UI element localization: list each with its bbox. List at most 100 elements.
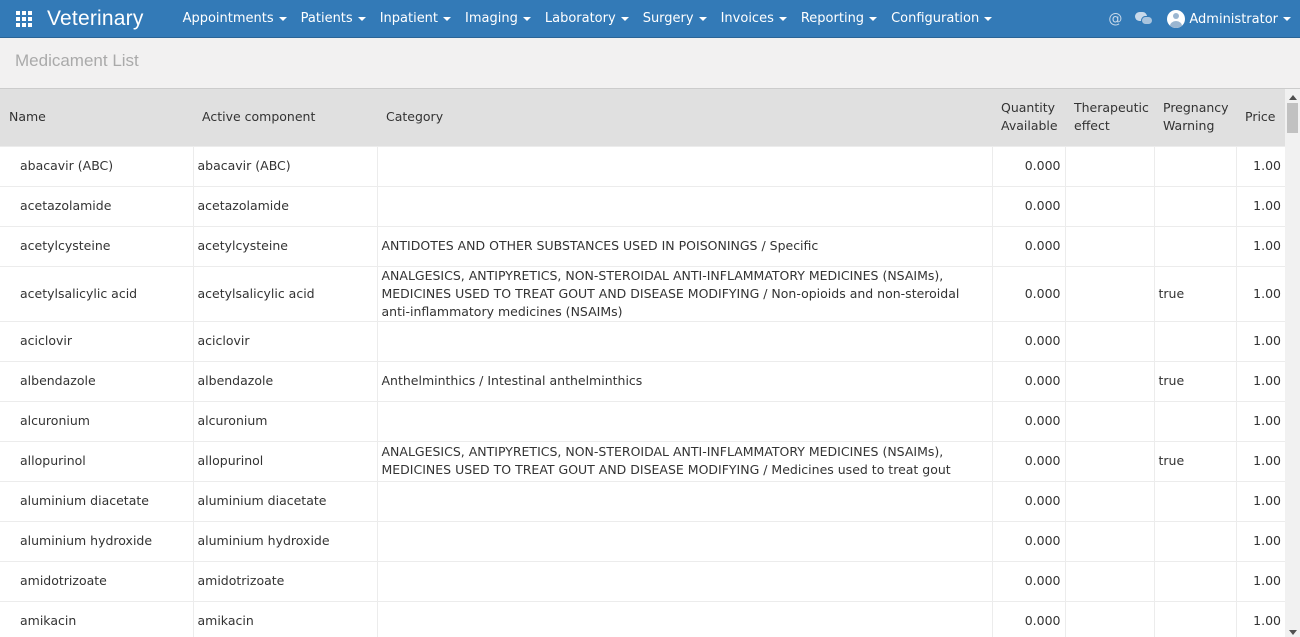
menu-inpatient[interactable]: Inpatient: [373, 0, 458, 38]
table-row[interactable]: acetazolamide acetazolamide 0.000 1.00: [0, 185, 1285, 226]
caret-down-icon: [522, 16, 531, 21]
cell-category: [376, 520, 992, 561]
cell-therapeutic-effect: [1064, 145, 1154, 186]
table-row[interactable]: albendazole albendazole Anthelminthics /…: [0, 360, 1285, 401]
cell-price: 1.00: [1235, 440, 1285, 481]
cell-price: 1.00: [1235, 265, 1285, 321]
column-header-price[interactable]: Price: [1236, 89, 1285, 146]
cell-quantity: 0.000: [991, 320, 1065, 361]
cell-therapeutic-effect: [1064, 320, 1154, 361]
medicament-table: Name Active component Category Quantity A…: [0, 89, 1285, 637]
column-header-category[interactable]: Category: [377, 89, 992, 146]
cell-therapeutic-effect: [1064, 520, 1154, 561]
table-row[interactable]: amidotrizoate amidotrizoate 0.000 1.00: [0, 560, 1285, 601]
menu-surgery[interactable]: Surgery: [636, 0, 714, 38]
cell-pregnancy-warning: [1153, 600, 1236, 637]
caret-down-icon: [984, 16, 993, 21]
column-header-active-component[interactable]: Active component: [193, 89, 377, 146]
avatar: [1167, 10, 1186, 28]
caret-down-icon: [443, 16, 452, 21]
table-row[interactable]: abacavir (ABC) abacavir (ABC) 0.000 1.00: [0, 145, 1285, 186]
table-row[interactable]: allopurinol allopurinol ANALGESICS, ANTI…: [0, 440, 1285, 481]
column-header-therapeutic-effect[interactable]: Therapeutic effect: [1065, 89, 1154, 146]
cell-category: [376, 560, 992, 601]
cell-therapeutic-effect: [1064, 225, 1154, 266]
cell-quantity: 0.000: [991, 560, 1065, 601]
user-name: Administrator: [1189, 11, 1278, 27]
cell-name: alcuronium: [0, 400, 193, 441]
caret-down-icon: [357, 16, 366, 21]
menu-imaging[interactable]: Imaging: [458, 0, 538, 38]
cell-pregnancy-warning: [1153, 400, 1236, 441]
cell-price: 1.00: [1235, 225, 1285, 266]
cell-name: aluminium hydroxide: [0, 520, 193, 561]
cell-active-component: allopurinol: [192, 440, 377, 481]
cell-quantity: 0.000: [991, 145, 1065, 186]
cell-active-component: acetylsalicylic acid: [192, 265, 377, 321]
column-header-pregnancy-warning[interactable]: Pregnancy Warning: [1154, 89, 1236, 146]
cell-therapeutic-effect: [1064, 265, 1154, 321]
table-row[interactable]: aluminium hydroxide aluminium hydroxide …: [0, 520, 1285, 561]
cell-price: 1.00: [1235, 600, 1285, 637]
column-header-name[interactable]: Name: [0, 89, 193, 146]
cell-active-component: alcuronium: [192, 400, 377, 441]
menu-reporting[interactable]: Reporting: [794, 0, 884, 38]
cell-category: Anthelminthics / Intestinal anthelminthi…: [376, 360, 992, 401]
main-menu: Appointments Patients Inpatient Imaging …: [176, 0, 1000, 38]
chat-icon[interactable]: [1135, 12, 1154, 26]
cell-pregnancy-warning: [1153, 520, 1236, 561]
cell-name: acetazolamide: [0, 185, 193, 226]
cell-category: [376, 600, 992, 637]
cell-pregnancy-warning: [1153, 560, 1236, 601]
cell-name: abacavir (ABC): [0, 145, 193, 186]
cell-name: allopurinol: [0, 440, 193, 481]
nav-right: @ Administrator: [1108, 0, 1300, 38]
control-panel: Medicament List: [0, 38, 1300, 89]
table-row[interactable]: alcuronium alcuronium 0.000 1.00: [0, 400, 1285, 441]
at-mention-icon[interactable]: @: [1108, 11, 1122, 27]
cell-name: aciclovir: [0, 320, 193, 361]
cell-quantity: 0.000: [991, 480, 1065, 521]
table-header-row: Name Active component Category Quantity A…: [0, 89, 1285, 146]
cell-active-component: aciclovir: [192, 320, 377, 361]
cell-quantity: 0.000: [991, 185, 1065, 226]
cell-quantity: 0.000: [991, 360, 1065, 401]
app-brand[interactable]: Veterinary: [47, 7, 144, 31]
table-row[interactable]: acetylsalicylic acid acetylsalicylic aci…: [0, 265, 1285, 321]
cell-active-component: abacavir (ABC): [192, 145, 377, 186]
menu-appointments[interactable]: Appointments: [176, 0, 294, 38]
cell-therapeutic-effect: [1064, 400, 1154, 441]
scroll-thumb[interactable]: [1287, 103, 1298, 133]
cell-name: amidotrizoate: [0, 560, 193, 601]
vertical-scrollbar[interactable]: [1285, 89, 1300, 637]
cell-pregnancy-warning: [1153, 185, 1236, 226]
table-row[interactable]: acetylcysteine acetylcysteine ANTIDOTES …: [0, 225, 1285, 266]
cell-active-component: aluminium diacetate: [192, 480, 377, 521]
menu-configuration[interactable]: Configuration: [884, 0, 999, 38]
scroll-up-arrow-icon[interactable]: [1289, 95, 1297, 100]
caret-down-icon: [869, 16, 878, 21]
table-row[interactable]: aluminium diacetate aluminium diacetate …: [0, 480, 1285, 521]
cell-category: [376, 480, 992, 521]
cell-active-component: amikacin: [192, 600, 377, 637]
column-header-quantity-available[interactable]: Quantity Available: [992, 89, 1065, 146]
cell-price: 1.00: [1235, 480, 1285, 521]
scroll-down-arrow-icon[interactable]: [1289, 630, 1297, 635]
menu-invoices[interactable]: Invoices: [714, 0, 794, 38]
menu-laboratory[interactable]: Laboratory: [538, 0, 636, 38]
cell-category: [376, 320, 992, 361]
menu-patients[interactable]: Patients: [294, 0, 373, 38]
cell-category: [376, 400, 992, 441]
cell-therapeutic-effect: [1064, 480, 1154, 521]
cell-name: amikacin: [0, 600, 193, 637]
cell-therapeutic-effect: [1064, 600, 1154, 637]
cell-pregnancy-warning: true: [1153, 360, 1236, 401]
cell-pregnancy-warning: true: [1153, 440, 1236, 481]
user-menu[interactable]: Administrator: [1167, 10, 1300, 28]
apps-grid-icon[interactable]: [15, 10, 33, 28]
cell-category: ANALGESICS, ANTIPYRETICS, NON-STEROIDAL …: [376, 265, 992, 321]
table-row[interactable]: amikacin amikacin 0.000 1.00: [0, 600, 1285, 637]
top-navbar: Veterinary Appointments Patients Inpatie…: [0, 0, 1300, 38]
table-row[interactable]: aciclovir aciclovir 0.000 1.00: [0, 320, 1285, 361]
cell-quantity: 0.000: [991, 400, 1065, 441]
